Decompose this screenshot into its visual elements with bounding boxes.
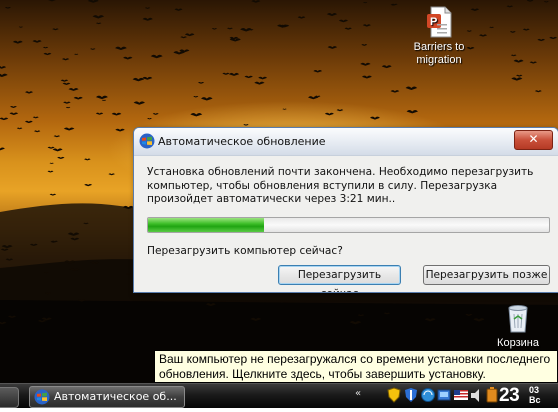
desktop-icon-label: Barriers to <box>413 41 465 53</box>
update-icon[interactable] <box>436 387 452 403</box>
dialog-titlebar[interactable]: Автоматическое обновление ✕ <box>134 128 558 156</box>
desktop-icon-label: Корзина <box>497 337 539 349</box>
presentation-file-icon: P <box>423 6 455 38</box>
security-center-icon[interactable] <box>403 387 419 403</box>
recycle-bin-icon <box>502 302 534 334</box>
restart-countdown-progress <box>147 217 550 233</box>
clock-day: Вс <box>529 395 541 405</box>
battery-icon[interactable] <box>484 387 500 403</box>
clock-time[interactable]: 23 <box>499 385 520 407</box>
desktop-icon-label: migration <box>416 54 462 66</box>
desktop-icon-recycle-bin[interactable]: Корзина <box>478 302 558 350</box>
svg-text:P: P <box>430 16 437 28</box>
shield-icon[interactable] <box>386 387 402 403</box>
network-icon[interactable] <box>420 387 436 403</box>
taskbar: Автоматическое об... « 23 03 Вс <box>0 383 558 408</box>
update-message: Установка обновлений почти закончена. Не… <box>147 166 534 206</box>
language-flag-icon[interactable] <box>453 387 469 403</box>
restart-now-button[interactable]: Перезагрузить сейчас <box>278 265 401 292</box>
windows-update-icon <box>34 389 50 405</box>
start-button[interactable] <box>0 387 19 408</box>
restart-later-button[interactable]: Перезагрузить позже <box>423 265 550 285</box>
desktop-icon-presentation[interactable]: P Barriers to migration <box>399 6 479 67</box>
automatic-updates-dialog: Автоматическое обновление ✕ Установка об… <box>133 127 558 293</box>
dialog-title: Автоматическое обновление <box>158 135 326 148</box>
close-button[interactable]: ✕ <box>514 130 553 150</box>
taskbar-button-automatic-updates[interactable]: Автоматическое об... <box>29 386 185 408</box>
close-icon: ✕ <box>528 132 539 146</box>
update-balloon-tooltip[interactable]: Ваш компьютер не перезагружался со време… <box>154 350 558 383</box>
progress-fill <box>148 218 265 232</box>
taskbar-button-label: Автоматическое об... <box>54 390 177 403</box>
restart-question: Перезагрузить компьютер сейчас? <box>147 245 343 257</box>
windows-update-icon <box>139 133 155 149</box>
show-hidden-icons-button[interactable]: « <box>355 388 369 404</box>
volume-icon[interactable] <box>469 387 485 403</box>
clock-minutes: 03 <box>529 385 540 395</box>
